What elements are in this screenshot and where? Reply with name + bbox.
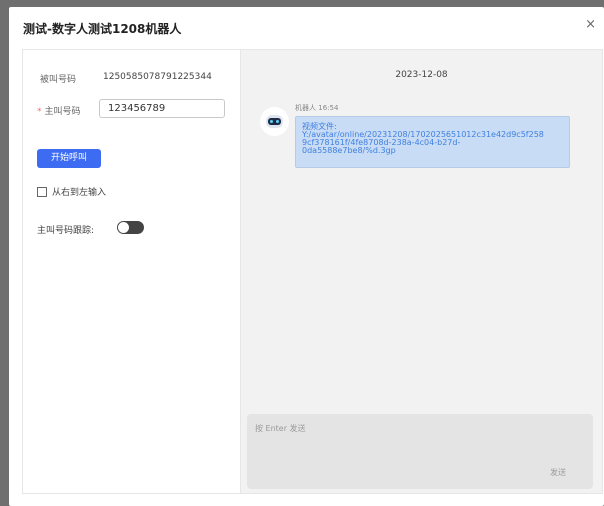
caller-tracking-label: 主叫号码跟踪: [37,226,95,236]
dialog-body: 被叫号码 1250585078791225344 * 主叫号码 123456789… [22,49,603,494]
message-time: 16:54 [318,104,339,112]
call-form-panel: 被叫号码 1250585078791225344 * 主叫号码 123456789… [23,50,241,493]
required-mark: * [37,107,42,117]
caller-number-input[interactable]: 123456789 [99,99,225,118]
message-composer[interactable]: 按 Enter 发送 发送 [247,414,593,489]
message-line: 0da5588e7be8/%d.3gp [302,146,396,155]
called-number-label: 被叫号码 [40,75,77,85]
send-button[interactable]: 发送 [550,467,566,478]
robot-head [266,115,283,128]
robot-face [268,118,281,125]
rtl-input-label: 从右到左输入 [52,188,107,198]
called-number-value: 1250585078791225344 [103,72,212,82]
caller-tracking-toggle[interactable] [117,221,144,234]
robot-icon [260,107,289,136]
dialog-header: 测试-数字人测试1208机器人 × [9,7,604,47]
dialog-title: 测试-数字人测试1208机器人 [23,22,182,36]
chat-date: 2023-12-08 [395,70,448,80]
caller-number-label-row: * 主叫号码 [37,104,81,117]
robot-eye-left [270,120,273,123]
rtl-input-checkbox[interactable] [37,187,47,197]
message-meta: 机器人 16:54 [295,103,338,113]
toggle-knob [118,222,129,233]
close-icon[interactable]: × [585,18,596,32]
composer-placeholder: 按 Enter 发送 [255,424,306,433]
message-sender: 机器人 [295,104,316,112]
start-call-button[interactable]: 开始呼叫 [37,149,101,168]
robot-eye-right [276,120,279,123]
caller-number-label: 主叫号码 [44,107,81,117]
chat-panel: 2023-12-08 机器人 16:54 视频文件: Y:/avatar/onl… [241,50,602,493]
message-bubble[interactable]: 视频文件: Y:/avatar/online/20231208/17020256… [295,116,570,168]
call-dialog: 测试-数字人测试1208机器人 × 被叫号码 12505850787912253… [9,7,604,506]
